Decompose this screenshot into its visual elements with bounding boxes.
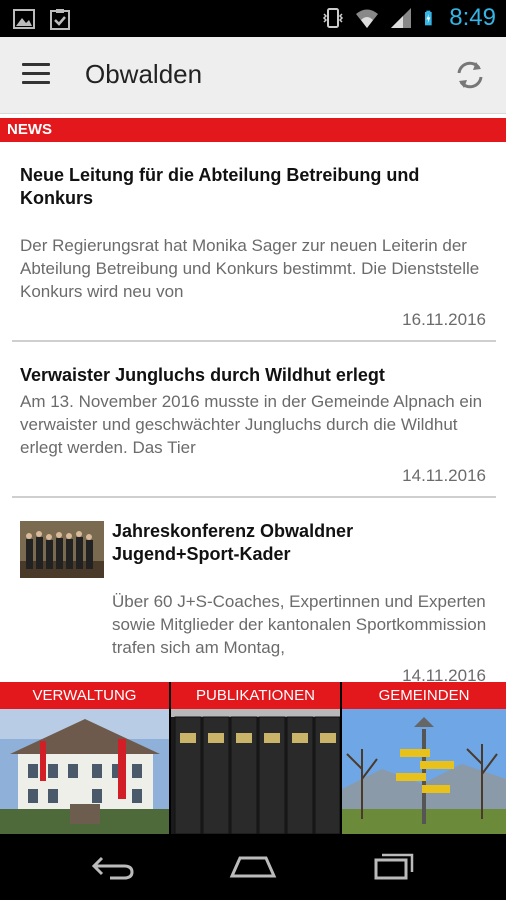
news-teaser: Der Regierungsrat hat Monika Sager zur n…	[20, 236, 480, 301]
refresh-icon[interactable]	[452, 57, 488, 93]
books-image	[171, 709, 340, 834]
vibrate-icon	[323, 8, 344, 28]
news-thumbnail	[20, 521, 104, 578]
news-date: 14.11.2016	[402, 666, 486, 682]
battery-charging-icon	[425, 10, 432, 26]
status-bar: 8:49	[0, 0, 506, 37]
news-title: Verwaister Jungluchs durch Wildhut erleg…	[20, 365, 385, 385]
tile-publikationen[interactable]: PUBLIKATIONEN	[171, 682, 340, 834]
news-teaser: Über 60 J+S-Coaches, Expertinnen und Exp…	[112, 592, 487, 657]
news-section-header: NEWS	[0, 118, 506, 142]
news-card[interactable]: Verwaister Jungluchs durch Wildhut erleg…	[12, 348, 496, 498]
clock: 8:49	[449, 4, 496, 31]
home-icon[interactable]	[228, 852, 278, 882]
news-date: 16.11.2016	[402, 310, 486, 329]
tile-verwaltung[interactable]: VERWALTUNG	[0, 682, 169, 834]
recent-apps-icon[interactable]	[370, 852, 420, 882]
back-icon[interactable]	[88, 852, 138, 882]
image-notification-icon	[13, 9, 35, 29]
news-title: Jahreskonferenz Obwaldner Jugend+Sport-K…	[112, 521, 354, 564]
news-card[interactable]: Neue Leitung für die Abteilung Betreibun…	[12, 142, 496, 342]
news-title: Neue Leitung für die Abteilung Betreibun…	[20, 165, 420, 208]
signpost-image	[342, 709, 506, 834]
tile-gemeinden[interactable]: GEMEINDEN	[342, 682, 506, 834]
clipboard-check-icon	[50, 9, 70, 30]
wifi-icon	[356, 9, 379, 28]
tile-label: PUBLIKATIONEN	[171, 682, 340, 709]
hamburger-menu-icon[interactable]	[22, 63, 50, 87]
app-title: Obwalden	[85, 59, 203, 89]
news-card[interactable]: Jahreskonferenz Obwaldner Jugend+Sport-K…	[12, 504, 496, 682]
signal-icon	[391, 8, 412, 28]
news-teaser: Am 13. November 2016 musste in der Gemei…	[20, 392, 483, 457]
tile-label: VERWALTUNG	[0, 682, 169, 709]
building-image	[0, 709, 169, 834]
news-date: 14.11.2016	[402, 466, 486, 485]
category-tiles: VERWALTUNG PUBLIKATIONEN GEMEINDEN	[0, 682, 506, 834]
navigation-bar	[0, 834, 506, 900]
news-list[interactable]: Neue Leitung für die Abteilung Betreibun…	[0, 142, 506, 682]
tile-label: GEMEINDEN	[342, 682, 506, 709]
app-bar: Obwalden	[0, 37, 506, 114]
